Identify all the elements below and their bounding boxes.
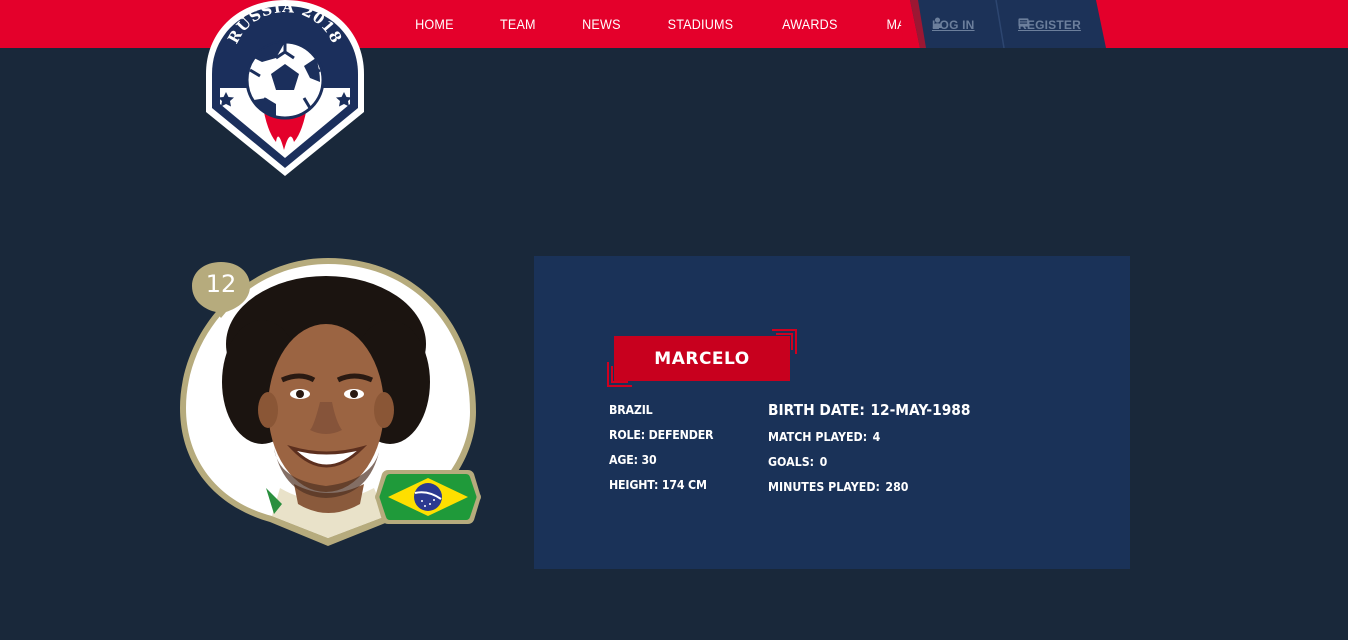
goals-value: 0	[819, 455, 828, 469]
birth-date-value: 12-MAY-1988	[870, 401, 971, 419]
player-age: AGE: 30	[609, 453, 657, 467]
id-card-icon	[1018, 18, 1029, 27]
nav-awards[interactable]: AWARDS	[782, 16, 837, 32]
login-link[interactable]: LOG IN	[932, 17, 975, 33]
register-link[interactable]: REGISTER	[1018, 17, 1081, 33]
player-country: BRAZIL	[609, 403, 653, 417]
player-height: HEIGHT: 174 CM	[609, 478, 707, 492]
player-name-tag: MARCELO	[606, 328, 798, 388]
nav-team[interactable]: TEAM	[500, 16, 536, 32]
russia-2018-logo[interactable]: RUSSIA 2018	[204, 0, 366, 178]
nav-home[interactable]: HOME	[415, 16, 454, 32]
birth-date-label: BIRTH DATE:	[768, 401, 865, 419]
birth-date-row: BIRTH DATE: 12-MAY-1988	[768, 401, 1044, 426]
matches-played-value: 4	[872, 430, 881, 444]
user-icon	[932, 17, 943, 28]
auth-area: LOG IN REGISTER	[898, 0, 1112, 48]
nav-stadiums[interactable]: STADIUMS	[668, 16, 734, 32]
matches-played-label: MATCH PLAYED:	[768, 430, 868, 444]
main-nav: HOME TEAM NEWS STADIUMS AWARDS MATCHES	[392, 0, 973, 48]
minutes-played-value: 280	[885, 480, 909, 494]
logo-emblem: RUSSIA 2018	[206, 0, 364, 176]
player-basic-info: BRAZIL ROLE: DEFENDER AGE: 30 HEIGHT: 17…	[609, 403, 759, 503]
player-name: MARCELO	[614, 336, 790, 381]
brazil-flag-icon	[375, 470, 481, 524]
goals-label: GOALS:	[768, 455, 815, 469]
minutes-played-label: MINUTES PLAYED:	[768, 480, 880, 494]
nav-news[interactable]: NEWS	[582, 16, 621, 32]
minutes-played-row: MINUTES PLAYED: 280	[768, 476, 1044, 501]
player-number: 12	[205, 270, 237, 298]
goals-row: GOALS: 0	[768, 451, 1044, 476]
matches-played-row: MATCH PLAYED: 4	[768, 426, 1044, 451]
player-role: ROLE: DEFENDER	[609, 428, 714, 442]
player-stats: BIRTH DATE: 12-MAY-1988 MATCH PLAYED: 4 GO…	[768, 401, 1068, 501]
